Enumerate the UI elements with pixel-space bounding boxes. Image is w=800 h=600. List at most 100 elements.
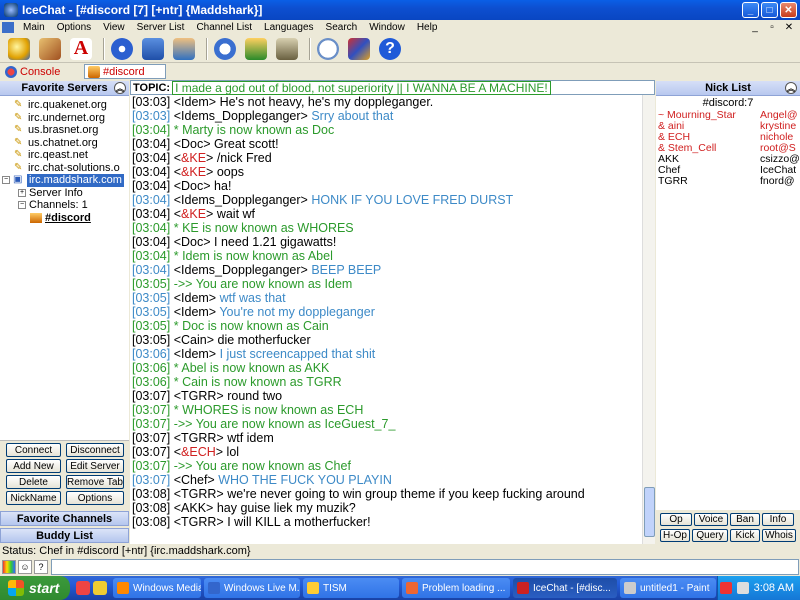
- nickname-button[interactable]: NickName: [6, 491, 61, 505]
- server-item[interactable]: ✎ us.chatnet.org: [0, 137, 129, 150]
- server-info-item[interactable]: + Server Info: [0, 187, 129, 200]
- favorite-servers-header: Favorite Servers ︽: [0, 81, 129, 96]
- tab-console[interactable]: Console: [2, 64, 82, 79]
- server-window-button[interactable]: [140, 36, 166, 62]
- disconnect-button[interactable]: Disconnect: [66, 443, 124, 457]
- nick-list-item[interactable]: TGRR fnord@: [656, 176, 800, 187]
- favorites-button[interactable]: [109, 36, 135, 62]
- fonts-button[interactable]: A: [68, 36, 94, 62]
- expand-tree-icon[interactable]: +: [18, 189, 26, 197]
- half-op-button[interactable]: H-Op: [660, 529, 690, 542]
- taskbar-task[interactable]: Windows Media ...: [113, 578, 201, 598]
- channels-item[interactable]: − Channels: 1: [0, 199, 129, 212]
- tab-discord[interactable]: #discord: [84, 64, 166, 79]
- menu-main[interactable]: Main: [17, 22, 51, 33]
- close-button[interactable]: ✕: [780, 2, 797, 18]
- menu-help[interactable]: Help: [411, 22, 444, 33]
- info-button[interactable]: Info: [762, 513, 794, 526]
- volume-icon[interactable]: [736, 582, 749, 594]
- ban-button[interactable]: Ban: [730, 513, 760, 526]
- server-item[interactable]: ✎ irc.undernet.org: [0, 112, 129, 125]
- toolbar-separator: [309, 37, 311, 60]
- help-icon[interactable]: ?: [34, 560, 48, 574]
- nick-list-item[interactable]: & ECH nichole: [656, 132, 800, 143]
- menu-languages[interactable]: Languages: [258, 22, 320, 33]
- remove-tab-button[interactable]: Remove Tab: [66, 475, 124, 489]
- timestamp: [03:07]: [132, 473, 171, 487]
- mdi-minimize-button[interactable]: _: [748, 21, 762, 34]
- nick-list-item[interactable]: & Stem_Cell root@S: [656, 143, 800, 154]
- add-new-button[interactable]: Add New: [6, 459, 61, 473]
- server-item[interactable]: ✎ irc.chat-solutions.o: [0, 162, 129, 175]
- nick: <Idems_Doppleganger>: [173, 109, 308, 123]
- collapse-icon[interactable]: ︽: [114, 82, 126, 94]
- scrollbar-thumb[interactable]: [644, 487, 655, 537]
- help-button[interactable]: ?: [377, 36, 403, 62]
- connect-button[interactable]: Connect: [6, 443, 61, 457]
- taskbar-task[interactable]: TISM: [303, 578, 399, 598]
- users-button[interactable]: [171, 36, 197, 62]
- status-bar: Status: Chef in #discord [+ntr] {irc.mad…: [0, 544, 800, 558]
- server-item[interactable]: ✎ irc.quakenet.org: [0, 99, 129, 112]
- menu-window[interactable]: Window: [363, 22, 411, 33]
- nick-host: IceChat: [760, 165, 797, 176]
- nick-list-item[interactable]: ~ Mourning_Star Angel@: [656, 110, 800, 121]
- color-palette-icon[interactable]: [2, 560, 16, 574]
- chat-line: [03:04] <Doc> ha!: [130, 179, 642, 193]
- options-button[interactable]: Options: [66, 491, 124, 505]
- nick-list-item[interactable]: & aini krystine: [656, 121, 800, 132]
- voice-button[interactable]: Voice: [694, 513, 728, 526]
- nick: &ECH: [181, 445, 216, 459]
- timestamp: [03:05]: [132, 277, 171, 291]
- collapse-tree-icon[interactable]: −: [18, 201, 26, 210]
- kick-button[interactable]: Kick: [730, 529, 760, 542]
- taskbar-task[interactable]: untitled1 - Paint: [620, 578, 716, 598]
- message-text: Abel is now known as AKK: [178, 361, 330, 375]
- menu-search[interactable]: Search: [320, 22, 364, 33]
- mdi-window-icon[interactable]: [2, 22, 14, 33]
- mdi-close-button[interactable]: ✕: [782, 21, 796, 34]
- quick-launch-icon[interactable]: [76, 581, 90, 595]
- server-item[interactable]: ✎ irc.qeast.net: [0, 149, 129, 162]
- whois-button[interactable]: Whois: [762, 529, 796, 542]
- file-transfer-button[interactable]: [212, 36, 238, 62]
- mdi-restore-button[interactable]: ▫: [765, 21, 779, 34]
- taskbar-task[interactable]: Problem loading ...: [402, 578, 510, 598]
- collapse-icon[interactable]: ︽: [785, 82, 797, 94]
- server-item[interactable]: ✎ us.brasnet.org: [0, 124, 129, 137]
- collapse-tree-icon[interactable]: −: [2, 176, 10, 185]
- quick-launch-icon[interactable]: [93, 581, 107, 595]
- settings-button[interactable]: [37, 36, 63, 62]
- connected-server-item[interactable]: − ▣ irc.maddshark.com: [0, 174, 129, 187]
- edit-server-button[interactable]: Edit Server: [66, 459, 124, 473]
- menu-view[interactable]: View: [97, 22, 131, 33]
- favorite-channels-bar[interactable]: Favorite Channels: [0, 511, 129, 526]
- quick-connect-button[interactable]: [6, 36, 32, 62]
- icechat-app-icon[interactable]: [4, 3, 18, 17]
- buddy-list-bar[interactable]: Buddy List: [0, 528, 129, 543]
- query-button[interactable]: Query: [692, 529, 728, 542]
- chat-scrollbar[interactable]: [642, 95, 655, 544]
- title-bar[interactable]: IceChat - [#discord [7] [+ntr] {Maddshar…: [0, 0, 800, 20]
- user-info-button[interactable]: [243, 36, 269, 62]
- taskbar-task[interactable]: Windows Live M...: [204, 578, 300, 598]
- scripts-button[interactable]: [274, 36, 300, 62]
- nick-list-item[interactable]: Chef IceChat: [656, 165, 800, 176]
- channel-item-discord[interactable]: #discord: [0, 212, 129, 225]
- start-button[interactable]: start: [0, 576, 70, 600]
- minimize-button[interactable]: _: [742, 2, 759, 18]
- menu-server-list[interactable]: Server List: [131, 22, 191, 33]
- tray-icon[interactable]: [719, 582, 732, 594]
- chat-log[interactable]: [03:03] <Idem> He's not heavy, he's my d…: [130, 95, 642, 544]
- nick-list-item[interactable]: AKK csizzo@: [656, 154, 800, 165]
- delete-button[interactable]: Delete: [6, 475, 61, 489]
- emoticon-icon[interactable]: ☺: [18, 560, 32, 574]
- op-button[interactable]: Op: [660, 513, 692, 526]
- plugins-button[interactable]: [346, 36, 372, 62]
- chat-input[interactable]: [51, 559, 799, 575]
- menu-options[interactable]: Options: [51, 22, 97, 33]
- away-button[interactable]: [315, 36, 341, 62]
- taskbar-task[interactable]: IceChat - [#disc...: [513, 578, 617, 598]
- maximize-button[interactable]: □: [761, 2, 778, 18]
- menu-channel-list[interactable]: Channel List: [190, 22, 258, 33]
